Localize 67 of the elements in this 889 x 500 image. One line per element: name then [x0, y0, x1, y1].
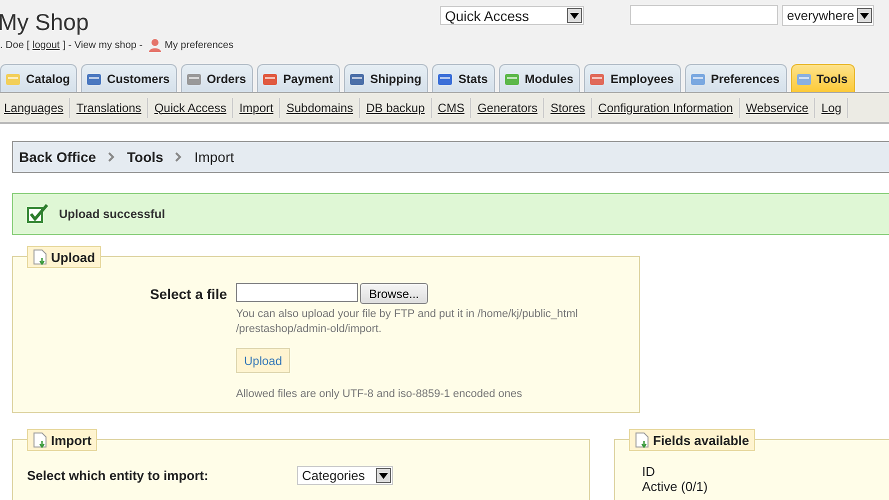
caret-icon [857, 8, 872, 23]
nav-tab[interactable]: Catalog [0, 64, 78, 92]
search-scope-dropdown[interactable]: everywhere [782, 5, 874, 26]
submenu-link[interactable]: Quick Access [148, 98, 234, 118]
note-text: Allowed files are only UTF-8 and iso-8859-1 encoded ones [236, 388, 522, 400]
legend-text: Upload [51, 250, 96, 264]
upload-button[interactable]: Upload [236, 348, 290, 373]
field-item: ID [642, 464, 656, 479]
quick-access-dropdown[interactable]: Quick Access [440, 6, 584, 25]
tab-icon [186, 72, 202, 86]
nav-tab[interactable]: Employees [584, 64, 681, 92]
tab-icon [437, 72, 454, 86]
submenu-link[interactable]: CMS [432, 98, 472, 118]
breadcrumb-item[interactable]: Import [194, 149, 234, 165]
nav-tab[interactable]: Orders [180, 64, 254, 92]
chevron-icon [175, 152, 182, 162]
breadcrumb-item[interactable]: Back Office [19, 149, 96, 165]
document-icon [33, 249, 47, 265]
field-label: Select which entity to import: [27, 468, 210, 483]
tab-icon [86, 72, 102, 86]
nav-tab[interactable]: Stats [432, 64, 495, 92]
logout-link[interactable]: logout [32, 40, 60, 50]
person-icon [148, 38, 162, 52]
tab-icon [5, 72, 21, 86]
field-label: Select a file [148, 285, 227, 304]
tab-icon [349, 72, 366, 86]
nav-tab[interactable]: Shipping [344, 64, 428, 92]
user-text: . Doe [ [0, 40, 30, 50]
user-text: ] - View my shop - [62, 40, 143, 50]
legend-text: Fields available [653, 432, 750, 448]
browse-button[interactable]: Browse... [360, 283, 428, 304]
nav-tab[interactable]: Customers [81, 64, 177, 92]
caret-icon [376, 468, 391, 483]
submenu-link[interactable]: Log [815, 98, 848, 118]
nav-tab[interactable]: Tools [790, 64, 855, 92]
tab-icon [504, 72, 520, 86]
submenu-link[interactable]: Import [233, 98, 280, 118]
legend-text: Import [51, 432, 92, 448]
entity-dropdown[interactable]: Categories [297, 466, 393, 485]
nav-tab[interactable]: Payment [257, 64, 340, 92]
submenu-link[interactable]: Translations [70, 98, 148, 118]
hint-text: You can also upload your file by FTP and put it in /home/kj/public_html /prestashop/admin-old/import. [236, 307, 579, 337]
nav-tab[interactable]: Preferences [684, 64, 787, 92]
breadcrumb-item[interactable]: Tools [127, 149, 164, 165]
caret-icon [567, 8, 582, 23]
tab-icon [796, 72, 812, 86]
tab-icon [690, 72, 706, 86]
submenu-link[interactable]: Stores [544, 98, 592, 118]
preferences-link[interactable]: My preferences [164, 40, 234, 50]
submenu-link[interactable]: Generators [471, 98, 544, 118]
tab-icon [589, 72, 606, 86]
document-icon [33, 432, 47, 448]
tab-icon [262, 72, 278, 86]
success-message: Upload successful [59, 207, 166, 221]
field-item: Active (0/1) [642, 479, 709, 494]
chevron-icon [108, 152, 116, 162]
document-icon [635, 432, 649, 448]
checkbox-tick-icon [27, 204, 49, 224]
search-field[interactable] [630, 5, 778, 25]
submenu-link[interactable]: Languages [0, 98, 70, 118]
submenu-link[interactable]: Subdomains [280, 98, 360, 118]
shop-title: My Shop [0, 9, 90, 36]
file-input[interactable] [236, 283, 358, 302]
submenu-link[interactable]: Configuration Information [592, 98, 740, 118]
nav-tab[interactable]: Modules [498, 64, 580, 92]
submenu-link[interactable]: Webservice [740, 98, 816, 118]
submenu-link[interactable]: DB backup [360, 98, 432, 118]
